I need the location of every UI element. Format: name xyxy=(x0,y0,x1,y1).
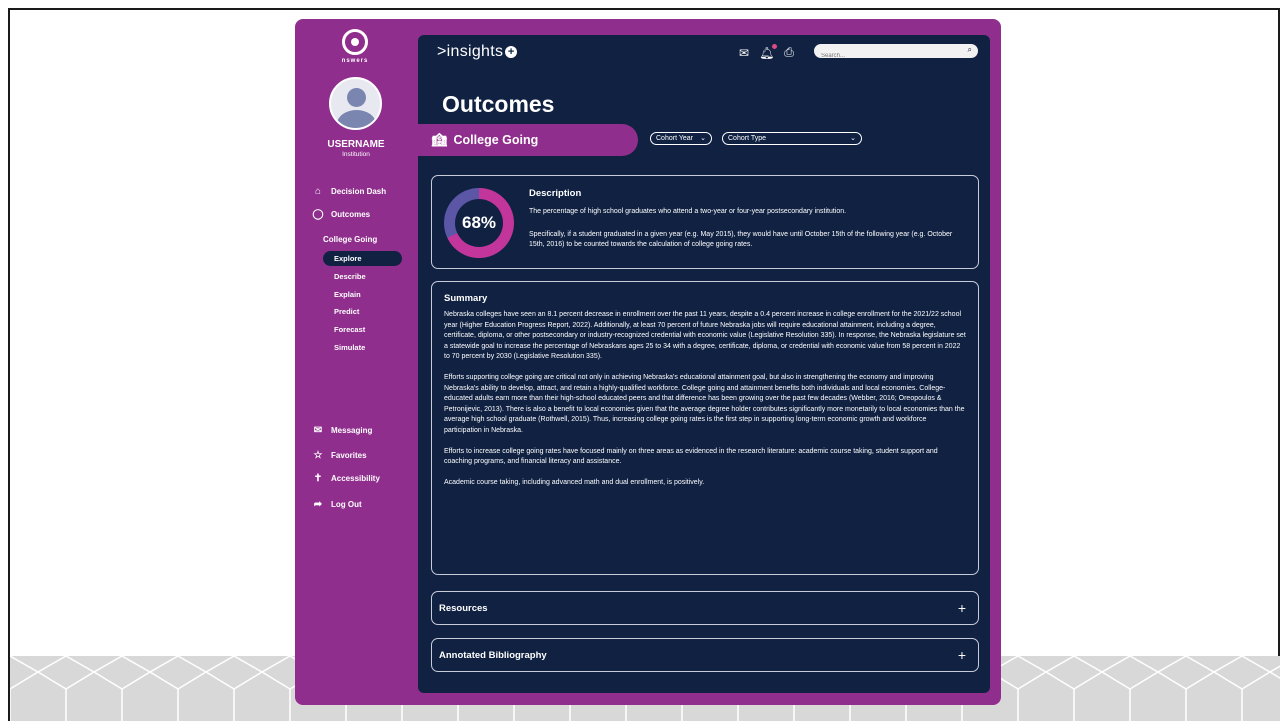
sidebar-item-accessibility[interactable]: ✝ Accessibility xyxy=(312,472,380,484)
expand-icon[interactable]: + xyxy=(958,600,966,616)
summary-paragraph: Academic course taking, including advanc… xyxy=(444,478,705,486)
logo-name: nswers xyxy=(341,58,369,64)
expand-icon[interactable]: + xyxy=(958,647,966,663)
sidebar: nswers USERNAME Institution ⌂ Decision D… xyxy=(295,19,417,705)
banner-label: College Going xyxy=(453,133,539,147)
chevron-down-icon: ⌄ xyxy=(850,135,856,142)
header-icons: ✉ 🔔︎ ⎙ xyxy=(739,43,794,60)
college-going-rate-donut: 68% xyxy=(444,188,514,258)
username: USERNAME xyxy=(327,139,385,150)
sidebar-sub-describe[interactable]: Describe xyxy=(323,269,402,284)
school-icon: 🏫︎ xyxy=(431,132,448,147)
description-detail: Specifically, if a student graduated in … xyxy=(529,231,953,248)
print-icon[interactable]: ⎙ xyxy=(784,45,794,60)
description-text: The percentage of high school graduates … xyxy=(529,208,847,215)
sidebar-section-college-going[interactable]: College Going xyxy=(323,235,377,244)
home-icon: ⌂ xyxy=(314,185,322,197)
college-going-banner: 🏫︎ College Going xyxy=(418,124,638,156)
sidebar-item-messaging[interactable]: ✉ Messaging xyxy=(312,424,373,436)
notification-dot xyxy=(772,43,778,49)
app-window: nswers USERNAME Institution ⌂ Decision D… xyxy=(295,19,1001,705)
sidebar-item-favorites[interactable]: ☆ Favorites xyxy=(312,449,367,461)
search-icon[interactable]: ⌕ xyxy=(968,45,972,55)
chevron-down-icon: ⌄ xyxy=(700,135,706,142)
summary-card: Summary Nebraska colleges have seen an 8… xyxy=(431,281,979,575)
page-title: Outcomes xyxy=(442,91,555,117)
institution: Institution xyxy=(342,151,370,158)
search-input[interactable] xyxy=(814,49,954,63)
search-box: ⌕ xyxy=(814,44,978,63)
accordion-label: Resources xyxy=(439,602,488,614)
sidebar-sub-predict[interactable]: Predict xyxy=(323,304,402,319)
chat-icon: ✉ xyxy=(313,424,323,436)
avatar-head xyxy=(347,88,366,107)
graduation-icon: ◯ xyxy=(312,208,324,220)
logo-icon xyxy=(342,29,368,55)
brand-text: >insights xyxy=(437,43,504,60)
sidebar-item-outcomes[interactable]: ◯ Outcomes xyxy=(312,208,370,220)
sidebar-sub-simulate[interactable]: Simulate xyxy=(323,340,402,355)
main-panel: >insights+ ✉ 🔔︎ ⎙ ⌕ Outcomes 🏫︎ College … xyxy=(418,35,990,693)
sidebar-sub-explore[interactable]: Explore xyxy=(323,251,402,266)
summary-paragraph: Nebraska colleges have seen an 8.1 perce… xyxy=(444,311,966,361)
sidebar-item-decision-dash[interactable]: ⌂ Decision Dash xyxy=(312,185,386,197)
sidebar-item-log-out[interactable]: ➦ Log Out xyxy=(312,498,362,510)
mail-icon[interactable]: ✉ xyxy=(739,46,749,60)
plus-icon: + xyxy=(505,45,518,58)
avatar-body xyxy=(337,110,376,128)
description-card: 68% Description The percentage of high s… xyxy=(431,175,979,269)
summary-title: Summary xyxy=(444,293,488,304)
sidebar-item-label: Decision Dash xyxy=(331,186,387,196)
bell-icon[interactable]: 🔔︎ xyxy=(759,43,778,60)
accordion-label: Annotated Bibliography xyxy=(439,649,547,661)
nswers-logo[interactable]: nswers xyxy=(337,29,373,64)
resources-accordion[interactable]: Resources + xyxy=(431,591,979,625)
insights-brand[interactable]: >insights + xyxy=(437,43,518,61)
sidebar-item-label: Favorites xyxy=(331,450,367,460)
cohort-type-select[interactable]: Cohort Type ⌄ xyxy=(722,132,862,145)
accessibility-icon: ✝ xyxy=(313,472,323,484)
donut-center: 68% xyxy=(455,199,503,247)
sidebar-sub-forecast[interactable]: Forecast xyxy=(323,322,402,337)
select-label: Cohort Year xyxy=(656,135,693,142)
summary-paragraph: Efforts supporting college going are cri… xyxy=(444,373,965,434)
summary-paragraph: Efforts to increase college going rates … xyxy=(444,447,938,466)
sidebar-item-label: Outcomes xyxy=(331,209,371,219)
sidebar-sub-explain[interactable]: Explain xyxy=(323,287,402,302)
avatar[interactable] xyxy=(329,77,382,130)
rate-percent: 68% xyxy=(461,213,497,232)
cohort-year-select[interactable]: Cohort Year ⌄ xyxy=(650,132,712,145)
sidebar-item-label: Messaging xyxy=(331,425,373,435)
bibliography-accordion[interactable]: Annotated Bibliography + xyxy=(431,638,979,672)
sidebar-item-label: Accessibility xyxy=(331,473,380,483)
sidebar-item-label: Log Out xyxy=(331,499,362,509)
logout-icon: ➦ xyxy=(313,498,323,510)
select-label: Cohort Type xyxy=(728,135,767,142)
star-icon: ☆ xyxy=(313,449,323,461)
description-title: Description xyxy=(529,188,582,199)
